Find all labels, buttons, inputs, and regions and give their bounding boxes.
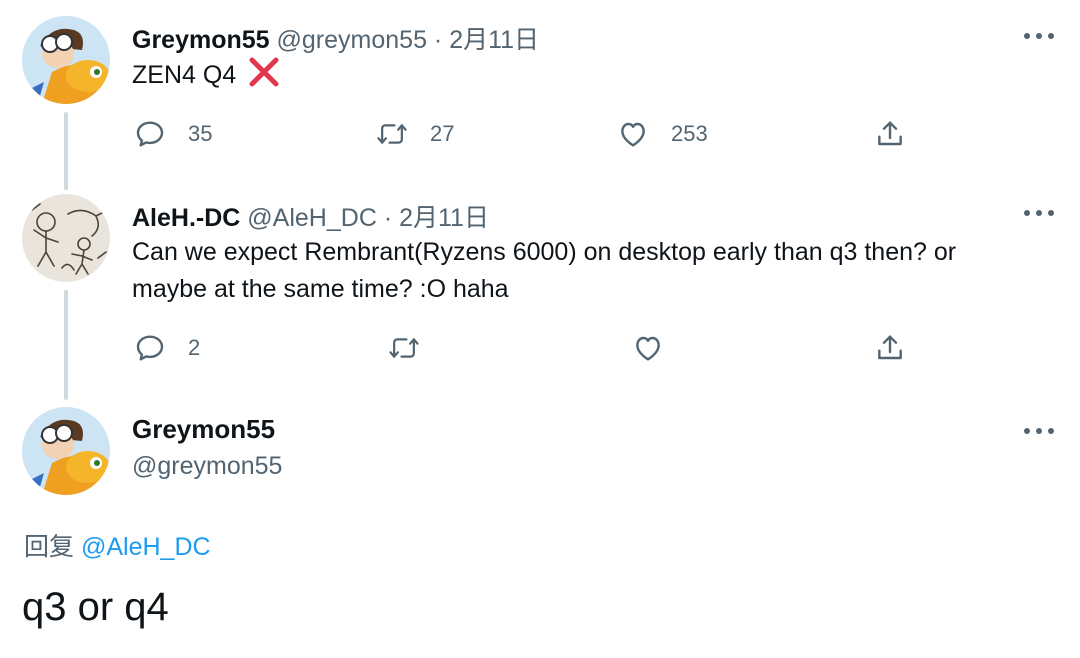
tweet3-reply-context: 回复 @AleH_DC [24,527,211,563]
tweet2-reply-count: 2 [188,335,201,360]
reply-icon [134,118,166,150]
reply-icon [134,332,166,364]
share-icon [874,118,906,150]
avatar-greymon55[interactable] [22,16,110,104]
avatar-aleh-dc[interactable] [22,194,110,282]
tweet1-retweet-count: 27 [430,121,455,146]
tweet2-more-icon[interactable] [1024,208,1054,218]
tweet2-retweet-button[interactable] [388,330,420,366]
tweet1-header: Greymon55 @greymon55 · 2月11日 [132,20,539,56]
retweet-icon [376,118,408,150]
tweet2-text: Can we expect Rembrant(Ryzens 6000) on d… [132,234,1052,308]
reply-mention-link[interactable]: @AleH_DC [81,533,211,561]
tweet2-text-line1: Can we expect Rembrant(Ryzens 6000) on d… [132,238,957,266]
tweet1-date[interactable]: 2月11日 [449,26,539,54]
like-icon [617,118,649,150]
tweet1-separator: · [433,26,443,54]
tweet1-author-name[interactable]: Greymon55 [132,26,270,54]
tweet2-author-name[interactable]: AleH.-DC [132,204,240,232]
tweet1-like-button[interactable]: 253 [617,116,708,152]
tweet1-retweet-button[interactable]: 27 [376,116,454,152]
tweet2-handle[interactable]: @AleH_DC [247,204,377,232]
tweet2-date[interactable]: 2月11日 [399,204,489,232]
tweet1-share-button[interactable] [874,116,906,152]
tweet2-reply-button[interactable]: 2 [134,330,200,366]
share-icon [874,332,906,364]
avatar-greymon55-focused[interactable] [22,407,110,495]
tweet2-like-button[interactable] [632,330,664,366]
thread-line-bottom [64,290,68,400]
tweet1-more-icon[interactable] [1024,31,1054,41]
tweet1-reply-button[interactable]: 35 [134,116,212,152]
retweet-icon [388,332,420,364]
tweet3-more-icon[interactable] [1024,426,1054,436]
tweet3-handle[interactable]: @greymon55 [132,452,282,481]
thread-line-top [64,112,68,190]
cross-icon [249,57,279,87]
tweet3-text: q3 or q4 [22,585,169,629]
like-icon [632,332,664,364]
tweet2-text-line2: maybe at the same time? :O haha [132,275,509,303]
tweet1-text-body: ZEN4 Q4 [132,61,237,89]
tweet2-header: AleH.-DC @AleH_DC · 2月11日 [132,198,489,234]
tweet1-reply-count: 35 [188,121,213,146]
tweet3-author-name[interactable]: Greymon55 [132,414,275,445]
reply-prefix: 回复 [24,533,75,561]
tweet1-text: ZEN4 Q4 [132,57,279,94]
tweet2-separator: · [383,204,393,232]
tweet1-handle[interactable]: @greymon55 [277,26,427,54]
tweet1-like-count: 253 [671,121,708,146]
tweet2-share-button[interactable] [874,330,906,366]
